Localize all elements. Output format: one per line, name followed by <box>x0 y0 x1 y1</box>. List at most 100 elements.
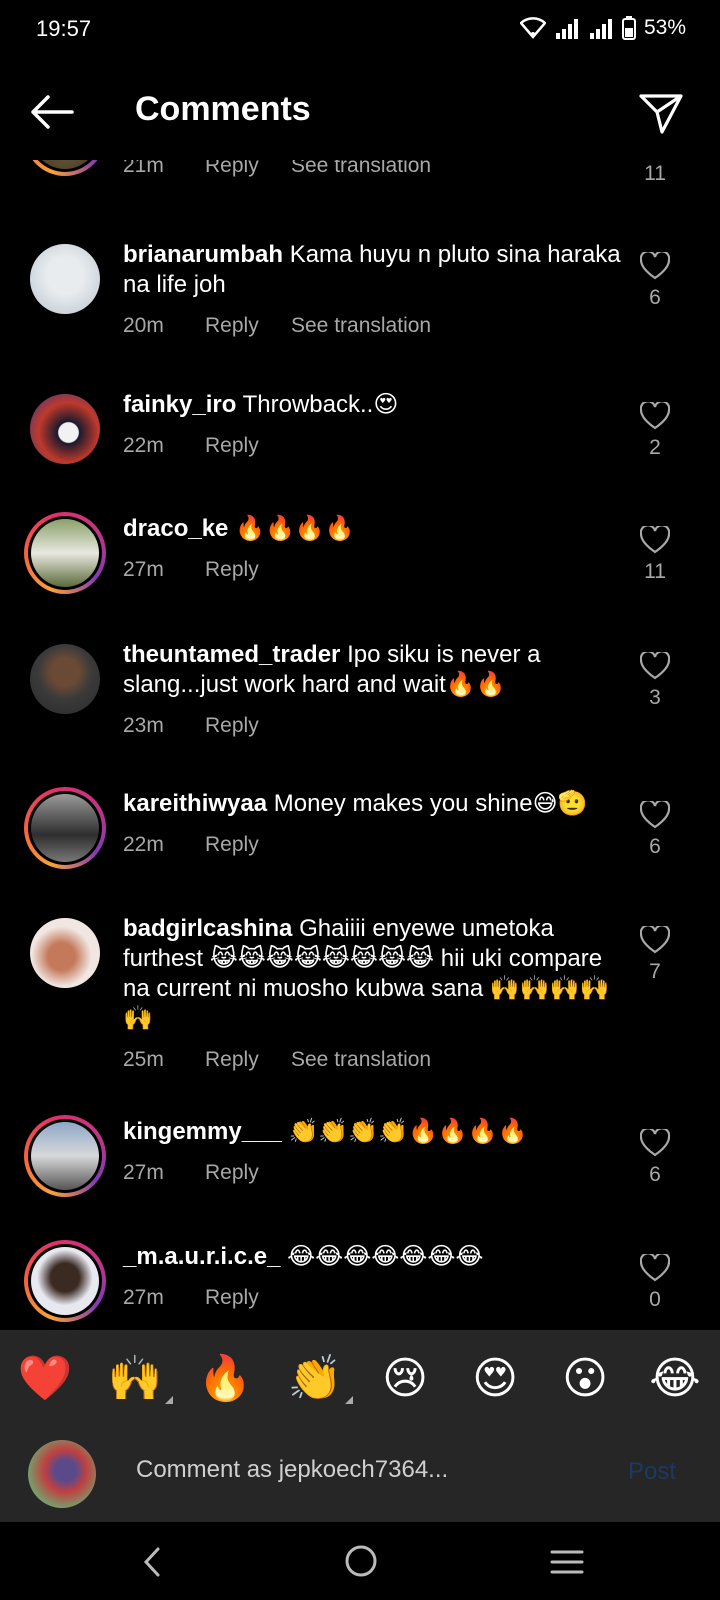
battery-percent: 53% <box>643 16 686 39</box>
like-control[interactable]: 0 <box>630 1254 680 1312</box>
comment-text: badgirlcashina Ghaiiii enyewe umetoka fu… <box>123 914 623 1034</box>
emoji-clap-button[interactable]: 👏 <box>285 1352 353 1404</box>
reply-button[interactable]: Reply <box>205 1286 291 1310</box>
status-bar: 19:57 53% <box>0 0 720 64</box>
heart-icon[interactable] <box>640 1129 670 1157</box>
like-count: 7 <box>649 960 661 983</box>
signal-icon <box>589 19 612 39</box>
comment-input[interactable]: Comment as jepkoech7364... <box>136 1456 536 1484</box>
comment-username[interactable]: brianarumbah <box>123 241 283 268</box>
avatar[interactable] <box>24 238 106 320</box>
reply-button[interactable]: Reply <box>205 714 291 738</box>
avatar[interactable] <box>24 388 106 470</box>
reply-button[interactable]: Reply <box>205 558 291 582</box>
avatar[interactable] <box>24 638 106 720</box>
heart-icon[interactable] <box>640 652 670 680</box>
emoji-heart-eyes-button[interactable]: 😍 <box>465 1353 525 1404</box>
reply-button[interactable]: Reply <box>205 1048 291 1072</box>
header: Comments <box>0 64 720 160</box>
comment-time: 22m <box>123 833 164 856</box>
comment-time: 25m <box>123 1048 164 1071</box>
like-count: 0 <box>649 1288 661 1311</box>
comment-username[interactable]: fainky_iro <box>123 391 236 418</box>
avatar[interactable] <box>24 912 106 994</box>
comment-text: _m.a.u.r.i.c.e_ 😂😂😂😂😂😂😂 <box>123 1242 623 1272</box>
like-control[interactable]: 3 <box>630 652 680 710</box>
emoji-fire-button[interactable]: 🔥 <box>195 1352 255 1404</box>
emoji-reaction-bar: ❤️ 🙌 🔥 👏 😢 😍 😮 😂 <box>0 1330 720 1426</box>
comment-username[interactable]: draco_ke <box>123 515 228 542</box>
reply-button[interactable]: Reply <box>205 434 291 458</box>
avatar[interactable] <box>24 512 106 594</box>
nav-home-icon[interactable] <box>344 1544 378 1578</box>
comment-text: brianarumbah Kama huyu n pluto sina hara… <box>123 240 623 300</box>
post-button[interactable]: Post <box>628 1458 676 1486</box>
emoji-heart-button[interactable]: ❤️ <box>15 1352 75 1404</box>
comment-username[interactable]: kareithiwyaa <box>123 790 267 817</box>
reply-button[interactable]: Reply <box>205 160 291 178</box>
nav-back-icon[interactable] <box>140 1546 164 1578</box>
like-control[interactable]: 2 <box>630 402 680 460</box>
send-icon[interactable] <box>638 90 684 136</box>
comment-body: Throwback..😍 <box>242 391 399 418</box>
my-avatar <box>28 1440 96 1508</box>
comment-time: 27m <box>123 1161 164 1184</box>
see-translation-link[interactable]: See translation <box>291 160 431 178</box>
see-translation-link[interactable]: See translation <box>291 314 431 338</box>
like-control[interactable]: 7 <box>630 926 680 984</box>
status-icons: 53% <box>519 16 686 40</box>
comment-meta: 23m Reply <box>123 714 291 738</box>
comment-body: 👏👏👏👏🔥🔥🔥🔥 <box>288 1118 528 1145</box>
comment-username[interactable]: theuntamed_trader <box>123 641 340 668</box>
page-title: Comments <box>135 90 311 128</box>
avatar[interactable] <box>24 1115 106 1197</box>
comment-meta: 27m Reply <box>123 1161 291 1185</box>
heart-icon[interactable] <box>640 801 670 829</box>
like-control[interactable]: 6 <box>630 801 680 859</box>
emoji-surprised-button[interactable]: 😮 <box>555 1353 615 1404</box>
like-control[interactable]: 6 <box>630 1129 680 1187</box>
nav-recents-icon[interactable] <box>550 1548 584 1576</box>
heart-icon[interactable] <box>640 252 670 280</box>
reply-button[interactable]: Reply <box>205 833 291 857</box>
like-control[interactable]: 11 <box>630 526 680 584</box>
like-control[interactable]: 6 <box>630 252 680 310</box>
heart-icon[interactable] <box>640 526 670 554</box>
back-arrow-icon[interactable] <box>28 92 76 132</box>
heart-icon[interactable] <box>640 926 670 954</box>
heart-icon[interactable] <box>640 1254 670 1282</box>
comment-text: draco_ke 🔥🔥🔥🔥 <box>123 514 623 544</box>
avatar[interactable] <box>24 160 106 176</box>
comment-username[interactable]: badgirlcashina <box>123 915 292 942</box>
comment-meta: 20m Reply See translation <box>123 314 431 338</box>
emoji-crying-button[interactable]: 😢 <box>375 1353 435 1404</box>
comment-meta: 21m Reply See translation <box>123 160 431 178</box>
comment-body: 🔥🔥🔥🔥 <box>235 515 355 542</box>
comment-username[interactable]: kingemmy___ <box>123 1118 282 1145</box>
signal-icon <box>555 19 578 39</box>
comment-time: 22m <box>123 434 164 457</box>
reply-button[interactable]: Reply <box>205 1161 291 1185</box>
avatar[interactable] <box>24 1240 106 1322</box>
like-count: 11 <box>644 162 666 185</box>
comment-username[interactable]: _m.a.u.r.i.c.e_ <box>123 1243 280 1270</box>
comment-text: fainky_iro Throwback..😍 <box>123 390 623 420</box>
comment-meta: 22m Reply <box>123 833 291 857</box>
comments-list[interactable]: 21m Reply See translation 11 brianarumba… <box>0 160 720 1330</box>
reply-button[interactable]: Reply <box>205 314 291 338</box>
see-translation-link[interactable]: See translation <box>291 1048 431 1072</box>
emoji-laughing-button[interactable]: 😂 <box>645 1353 705 1404</box>
avatar[interactable] <box>24 787 106 869</box>
comment-text: kingemmy___ 👏👏👏👏🔥🔥🔥🔥 <box>123 1117 623 1147</box>
heart-icon[interactable] <box>640 402 670 430</box>
comment-meta: 27m Reply <box>123 1286 291 1310</box>
comment-time: 20m <box>123 314 164 337</box>
like-count: 6 <box>649 286 661 309</box>
battery-icon <box>621 16 636 40</box>
like-control[interactable]: 11 <box>630 160 680 186</box>
wifi-icon <box>519 17 546 39</box>
comment-meta: 25m Reply See translation <box>123 1048 431 1072</box>
emoji-raised-hands-button[interactable]: 🙌 <box>105 1352 173 1404</box>
comment-time: 27m <box>123 558 164 581</box>
comment-time: 21m <box>123 160 164 177</box>
